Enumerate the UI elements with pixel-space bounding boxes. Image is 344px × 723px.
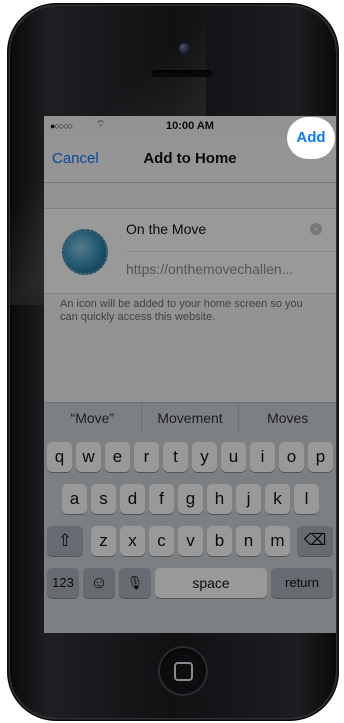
predictive-bar: “Move” Movement Moves	[44, 402, 336, 433]
key-n[interactable]: n	[236, 526, 261, 556]
key-d[interactable]: d	[120, 484, 145, 514]
key-z[interactable]: z	[91, 526, 116, 556]
clear-text-icon[interactable]: ×	[310, 223, 322, 235]
key-q[interactable]: q	[47, 442, 72, 472]
key-k[interactable]: k	[265, 484, 290, 514]
prediction-3[interactable]: Moves	[239, 403, 336, 433]
key-h[interactable]: h	[207, 484, 232, 514]
key-u[interactable]: u	[221, 442, 246, 472]
space-key[interactable]: space	[155, 568, 267, 598]
key-a[interactable]: a	[62, 484, 87, 514]
front-camera	[179, 43, 190, 54]
keyboard: q w e r t y u i o p a s d f g h j k l ⇧ …	[44, 432, 336, 633]
home-button[interactable]	[158, 646, 208, 696]
shift-key[interactable]: ⇧	[47, 526, 83, 556]
page-title: Add to Home	[143, 150, 237, 167]
key-g[interactable]: g	[178, 484, 203, 514]
key-s[interactable]: s	[91, 484, 116, 514]
return-key[interactable]: return	[271, 568, 333, 598]
screen: ●○○○○ ⌔ 10:00 AM Cancel Add to Home On t…	[44, 116, 336, 633]
phone-frame: ●○○○○ ⌔ 10:00 AM Cancel Add to Home On t…	[10, 6, 336, 718]
key-w[interactable]: w	[76, 442, 101, 472]
helper-text: An icon will be added to your home scree…	[60, 298, 303, 323]
key-e[interactable]: e	[105, 442, 130, 472]
prediction-2[interactable]: Movement	[142, 403, 240, 433]
key-o[interactable]: o	[279, 442, 304, 472]
key-m[interactable]: m	[265, 526, 290, 556]
home-square-icon	[174, 662, 193, 681]
bookmark-name-field[interactable]: On the Move	[126, 221, 206, 237]
key-t[interactable]: t	[163, 442, 188, 472]
divider	[126, 251, 336, 252]
delete-key[interactable]: ⌫	[297, 526, 333, 556]
bookmark-url: https://onthemovechallen...	[126, 261, 294, 277]
key-c[interactable]: c	[149, 526, 174, 556]
add-button[interactable]: Add	[290, 120, 332, 156]
key-l[interactable]: l	[294, 484, 319, 514]
key-i[interactable]: i	[250, 442, 275, 472]
numbers-key[interactable]: 123	[47, 568, 79, 598]
key-y[interactable]: y	[192, 442, 217, 472]
earpiece-speaker	[152, 70, 212, 77]
microphone-key[interactable]: 🎙	[119, 568, 151, 598]
website-icon	[62, 229, 108, 275]
prediction-1[interactable]: “Move”	[44, 403, 142, 433]
key-j[interactable]: j	[236, 484, 261, 514]
key-r[interactable]: r	[134, 442, 159, 472]
key-p[interactable]: p	[308, 442, 333, 472]
key-b[interactable]: b	[207, 526, 232, 556]
key-v[interactable]: v	[178, 526, 203, 556]
emoji-key[interactable]: ☺	[83, 568, 115, 598]
key-f[interactable]: f	[149, 484, 174, 514]
key-x[interactable]: x	[120, 526, 145, 556]
bookmark-card: On the Move × https://onthemovechallen..…	[44, 208, 336, 294]
